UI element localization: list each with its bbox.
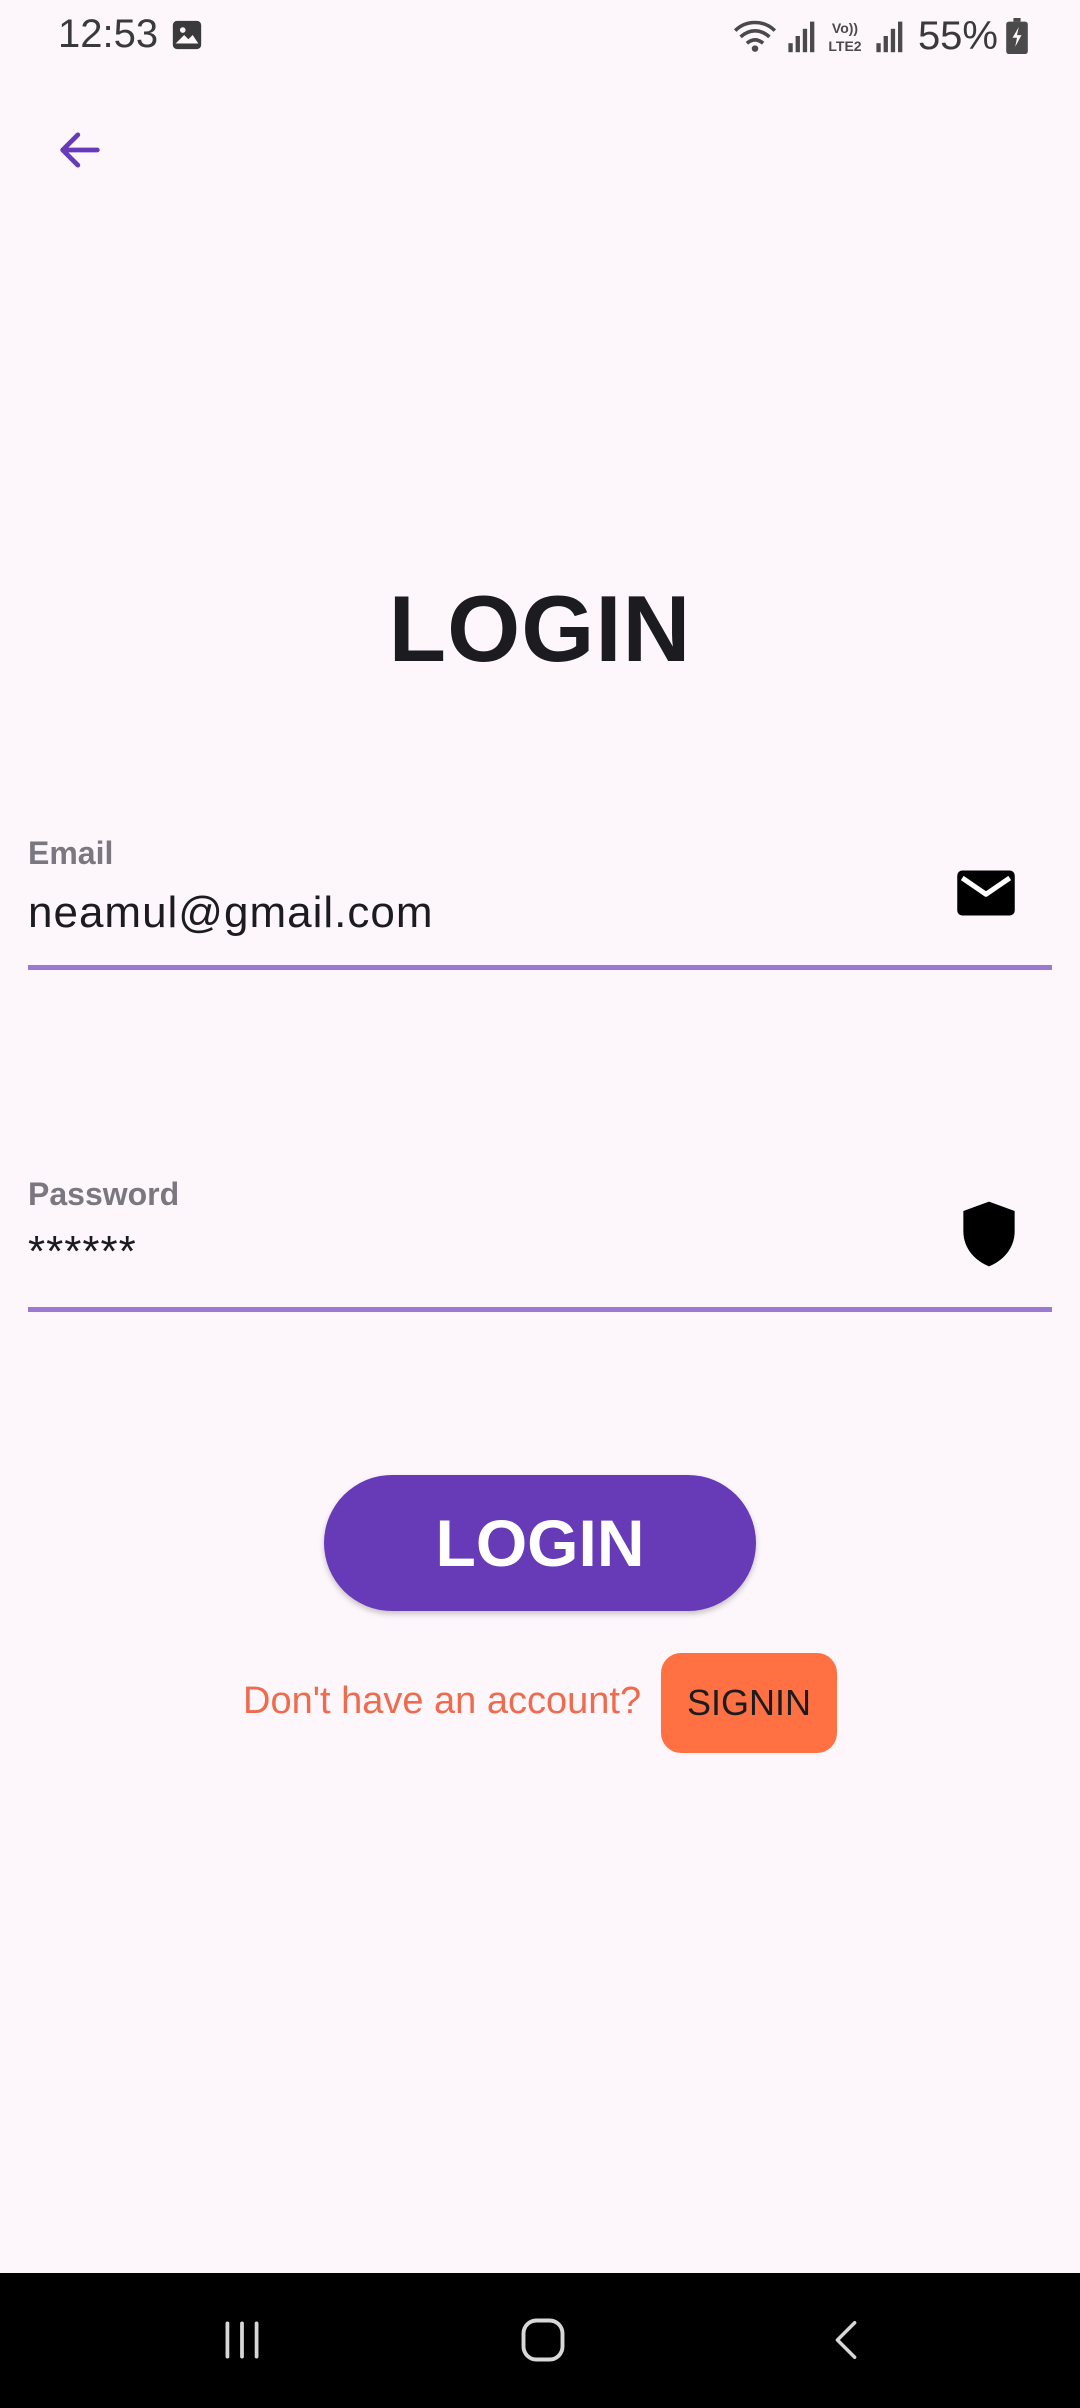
recent-apps-icon [225, 2321, 259, 2359]
password-label: Password [28, 1176, 180, 1212]
password-input[interactable]: ****** [28, 1227, 137, 1277]
home-button[interactable] [493, 2295, 593, 2385]
volte-lte2-icon: Vo)) LTE2 [828, 20, 861, 54]
password-field[interactable]: Password ****** [28, 1171, 1052, 1316]
wifi-icon [733, 20, 777, 52]
login-button[interactable]: LOGIN [324, 1475, 756, 1611]
battery-charging-icon [1006, 18, 1028, 54]
svg-text:Vo)): Vo)) [832, 20, 858, 36]
back-button[interactable] [40, 110, 120, 190]
arrow-back-icon [60, 132, 100, 168]
home-icon [521, 2318, 565, 2362]
signal-icon [876, 21, 903, 53]
email-label: Email [28, 835, 114, 871]
battery-percentage: 55% [917, 13, 998, 58]
signup-prompt: Don't have an account? [243, 1680, 642, 1722]
svg-text:LTE2: LTE2 [828, 38, 861, 54]
system-nav-bar [0, 2273, 1080, 2408]
page-title: LOGIN [388, 576, 692, 681]
mail-icon [957, 870, 1015, 916]
email-field[interactable]: Email neamul@gmail.com [28, 830, 1052, 975]
shield-icon [963, 1201, 1015, 1267]
nav-back-button[interactable] [797, 2295, 897, 2385]
status-bar: 12:53 Vo)) LTE2 55% [0, 0, 1080, 72]
password-underline [28, 1307, 1052, 1312]
recent-apps-button[interactable] [192, 2295, 292, 2385]
back-icon [835, 2321, 857, 2359]
signin-button[interactable]: SIGNIN [661, 1653, 837, 1753]
email-underline [28, 965, 1052, 970]
email-input[interactable]: neamul@gmail.com [28, 888, 433, 938]
gallery-icon [172, 20, 202, 50]
status-time: 12:53 [58, 12, 159, 56]
status-icons: Vo)) LTE2 55% [732, 12, 1028, 60]
signal-icon [788, 21, 815, 53]
